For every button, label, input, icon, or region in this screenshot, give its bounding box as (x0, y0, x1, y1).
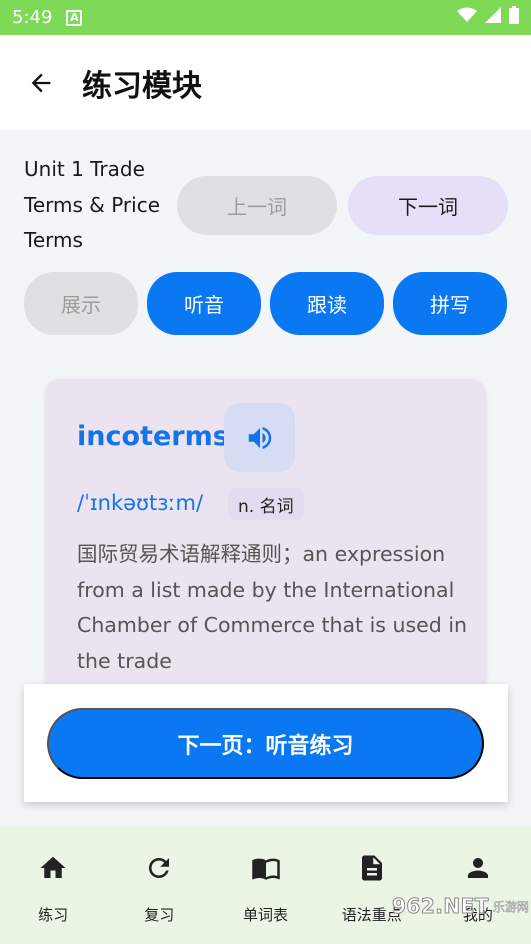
status-time: 5:49 (12, 7, 53, 28)
mode-follow-read-button[interactable]: 跟读 (270, 272, 384, 335)
page-title: 练习模块 (82, 68, 202, 104)
nav-item-practice[interactable]: 练习 (0, 826, 106, 944)
notification-a-icon: A (66, 9, 83, 26)
document-icon (356, 852, 388, 884)
watermark-subtext: 乐游网 (492, 899, 530, 914)
volume-icon (248, 426, 271, 449)
signal-icon (485, 7, 501, 28)
phonetic-text: /ˈɪnkəʊtɜːm/ (77, 491, 204, 515)
nav-item-wordlist[interactable]: 单词表 (212, 826, 318, 944)
watermark: 962.NET 乐游网 (392, 894, 530, 919)
word-text: incoterms (77, 421, 229, 452)
nav-item-grammar[interactable]: 语法重点 (319, 826, 425, 944)
unit-title: Unit 1 Trade Terms & Price Terms (24, 157, 160, 252)
next-page-button[interactable]: 下一页：听音练习 (47, 708, 484, 779)
home-icon (37, 852, 69, 884)
app-bar: 练习模块 (0, 35, 531, 130)
mode-show-button[interactable]: 展示 (24, 272, 138, 335)
nav-item-profile[interactable]: 我的 (425, 826, 531, 944)
part-of-speech-badge: n. 名词 (228, 488, 304, 520)
wifi-icon (457, 7, 477, 28)
refresh-icon (143, 852, 175, 884)
nav-item-review[interactable]: 复习 (106, 826, 212, 944)
nav-label-wordlist: 单词表 (243, 906, 289, 924)
next-word-button[interactable]: 下一词 (348, 176, 508, 235)
prev-word-button[interactable]: 上一词 (177, 176, 337, 235)
watermark-text: 962.NET (392, 894, 489, 919)
mode-listen-button[interactable]: 听音 (147, 272, 261, 335)
definition-text: 国际贸易术语解释通则；an expression from a list mad… (77, 542, 468, 673)
mode-spell-button[interactable]: 拼写 (393, 272, 507, 335)
bottom-nav: 练习 复习 单词表 语法重点 我的 (0, 826, 531, 944)
bottom-action-sheet: 下一页：听音练习 (24, 684, 508, 802)
nav-label-review: 复习 (144, 906, 175, 924)
speak-button[interactable] (224, 403, 295, 472)
arrow-left-icon (31, 73, 51, 92)
status-bar: 5:49 A (0, 0, 531, 35)
book-icon (250, 852, 282, 884)
back-button[interactable] (24, 66, 58, 100)
word-card: incoterms /ˈɪnkəʊtɜːm/ n. 名词 国际贸易术语解释通则；… (46, 379, 485, 709)
person-icon (462, 852, 494, 884)
status-icons (457, 6, 519, 29)
nav-label-practice: 练习 (38, 906, 69, 924)
battery-icon (509, 6, 519, 29)
